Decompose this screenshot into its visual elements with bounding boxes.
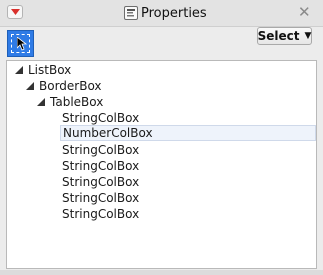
element-tree[interactable]: ListBox BorderBox TableBox StringColBox …: [6, 60, 317, 269]
tree-node-label: BorderBox: [39, 79, 102, 93]
panel-title: Properties: [124, 5, 207, 21]
bottom-edge-bar: [0, 270, 323, 275]
panel-menu-button[interactable]: [7, 5, 23, 19]
tree-node-label: StringColBox: [62, 207, 140, 221]
tree-node-borderbox[interactable]: BorderBox: [23, 78, 102, 94]
tree-node-stringcolbox[interactable]: StringColBox: [62, 110, 139, 126]
expanded-triangle-icon[interactable]: [14, 65, 24, 75]
close-icon[interactable]: ✕: [298, 5, 311, 20]
select-button-label: Select: [257, 29, 300, 43]
tree-node-label: StringColBox: [62, 111, 140, 125]
expanded-triangle-icon[interactable]: [25, 81, 35, 91]
expanded-triangle-icon[interactable]: [36, 97, 46, 107]
tree-node-tablebox[interactable]: TableBox: [34, 94, 103, 110]
tree-node-stringcolbox[interactable]: StringColBox: [62, 158, 139, 174]
tree-node-label: StringColBox: [62, 143, 140, 157]
caret-down-icon: ▼: [304, 31, 312, 41]
tree-node-label: StringColBox: [62, 159, 140, 173]
tree-node-label: ListBox: [28, 63, 72, 77]
panel-title-bar: Properties ✕: [0, 0, 323, 27]
tree-node-listbox[interactable]: ListBox: [12, 62, 71, 78]
tree-node-label: StringColBox: [62, 191, 140, 205]
select-dropdown-button[interactable]: Select ▼: [257, 27, 312, 45]
tree-node-numbercolbox[interactable]: NumberColBox: [60, 125, 316, 141]
tree-node-stringcolbox[interactable]: StringColBox: [62, 190, 139, 206]
panel-title-text: Properties: [141, 5, 207, 21]
tree-node-stringcolbox[interactable]: StringColBox: [62, 206, 139, 222]
arrow-selection-tool-button[interactable]: [7, 30, 34, 57]
dropdown-menu-icon: [11, 9, 20, 15]
tree-node-label: StringColBox: [62, 175, 140, 189]
tree-node-stringcolbox[interactable]: StringColBox: [62, 142, 139, 158]
toolbar: Select ▼: [0, 27, 323, 59]
tree-node-label: TableBox: [50, 95, 104, 109]
tree-node-label: NumberColBox: [63, 126, 153, 140]
arrow-selection-icon: [17, 37, 27, 51]
tree-node-stringcolbox[interactable]: StringColBox: [62, 174, 139, 190]
properties-icon: [124, 6, 138, 20]
